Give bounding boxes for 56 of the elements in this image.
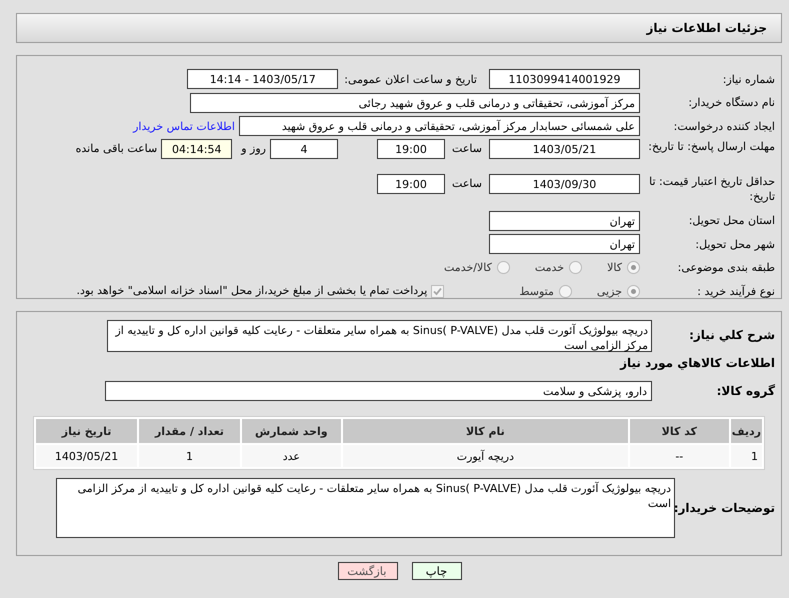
goods-group-field: دارو، پزشکی و سلامت bbox=[105, 381, 652, 401]
table-cell: دریچه آیورت bbox=[342, 445, 628, 467]
table-cell: -- bbox=[630, 445, 729, 467]
days-field: 4 bbox=[270, 138, 338, 158]
buyer-notes-label: توضیحات خریدار: bbox=[675, 501, 776, 515]
remaining-time-field: 04:14:54 bbox=[161, 138, 232, 158]
remaining-label: ساعت باقی مانده bbox=[74, 140, 158, 156]
radio-option[interactable]: کالا/خدمت bbox=[444, 261, 510, 274]
requester-field: علی شمسائی حسابدار مرکز آموزشی، تحقیقاتی و درمانی قلب و عروق شهید bbox=[239, 116, 640, 136]
column-header: واحد شمارش bbox=[242, 419, 341, 443]
payment-note: پرداخت تمام یا بخشی از مبلغ خرید،از محل "اسناد خزانه اسلامی" خواهد بود. bbox=[76, 283, 428, 299]
column-header: نام کالا bbox=[342, 419, 628, 443]
days-label: روز و bbox=[240, 140, 267, 157]
time-label: ساعت bbox=[451, 176, 483, 192]
field-label: طبقه بندی موضوعی: bbox=[676, 261, 776, 274]
field-label: نوع فرآیند خرید : bbox=[696, 284, 776, 298]
section-title: اطلاعات کالاهاي مورد نياز bbox=[618, 356, 776, 370]
back-button[interactable]: بازگشت bbox=[338, 562, 398, 580]
summary-label: شرح کلي نياز: bbox=[688, 328, 776, 342]
radio-option[interactable]: کالا bbox=[607, 261, 640, 274]
field-label: ایجاد کننده درخواست: bbox=[672, 120, 776, 132]
field-label: تاریخ و ساعت اعلان عمومی: bbox=[343, 72, 478, 86]
time-field: 19:00 bbox=[377, 174, 445, 194]
time-label: ساعت bbox=[451, 140, 483, 156]
time-field: 19:00 bbox=[377, 138, 445, 158]
field-label: مهلت ارسال پاسخ: تا تاریخ: bbox=[647, 138, 776, 155]
field-label: حداقل تاریخ اعتبار قیمت: تا تاریخ: bbox=[648, 174, 776, 205]
goods-group-label: گروه کالا: bbox=[716, 384, 776, 398]
field-label: نام دستگاه خریدار: bbox=[687, 96, 776, 109]
buyer-notes-textarea[interactable]: دریچه بیولوژیک آئورت قلب مدل Sinus( P-VALVE) به همراه سایر متعلقات - رعایت کلیه قوانین اداره کل و تاییدیه از مرکز الزامی است bbox=[56, 478, 675, 538]
radio-option[interactable]: خدمت bbox=[534, 261, 582, 274]
column-header: تاریخ نیاز bbox=[36, 419, 138, 443]
radio-option[interactable]: جزیی bbox=[596, 284, 640, 298]
table-cell: 1403/05/21 bbox=[36, 445, 138, 467]
radio-option[interactable]: متوسط bbox=[519, 284, 572, 298]
need-number-field: 1103099414001929 bbox=[489, 69, 640, 89]
announce-date-field: 1403/05/17 - 14:14 bbox=[187, 69, 338, 89]
column-header: کد کالا bbox=[630, 419, 729, 443]
city-field: تهران bbox=[489, 234, 640, 254]
print-button[interactable]: چاپ bbox=[412, 562, 462, 580]
field-label: استان محل تحویل: bbox=[688, 214, 776, 227]
table-cell: عدد bbox=[242, 445, 341, 467]
column-header: ردیف bbox=[730, 419, 762, 443]
column-header: تعداد / مقدار bbox=[139, 419, 240, 443]
summary-textarea[interactable]: دریچه بیولوژیک آئورت قلب مدل Sinus( P-VALVE) به همراه سایر متعلقات - رعایت کلیه قوانین اداره کل و تاییدیه از مرکز الزامی است bbox=[107, 320, 652, 352]
province-field: تهران bbox=[489, 210, 640, 230]
date-field: 1403/05/21 bbox=[489, 138, 640, 158]
payment-checkbox[interactable] bbox=[431, 284, 444, 298]
table-cell: 1 bbox=[730, 445, 762, 467]
table-cell: 1 bbox=[139, 445, 240, 467]
buyer-org-field: مرکز آموزشی، تحقیقاتی و درمانی قلب و عروق شهید رجائی bbox=[190, 92, 640, 112]
buyer-contact-link[interactable]: اطلاعات تماس خریدار bbox=[133, 120, 239, 132]
field-label: شهر محل تحویل: bbox=[694, 238, 776, 250]
date-field: 1403/09/30 bbox=[489, 174, 640, 194]
page-title: جزئیات اطلاعات نیاز bbox=[646, 21, 767, 35]
field-label: شماره نیاز: bbox=[722, 72, 776, 86]
